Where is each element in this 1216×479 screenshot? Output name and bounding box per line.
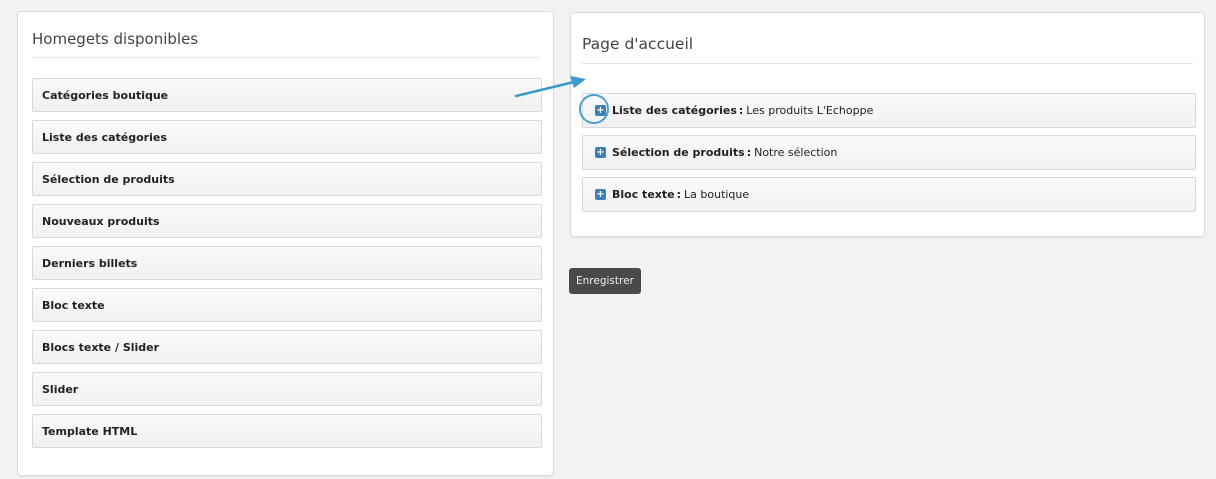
- home-item-separator: :: [746, 146, 752, 159]
- homeget-item-blocs-texte-slider[interactable]: Blocs texte / Slider: [32, 330, 542, 364]
- plus-square-icon[interactable]: +: [595, 105, 606, 116]
- homeget-item-derniers-billets[interactable]: Derniers billets: [32, 246, 542, 280]
- save-button[interactable]: Enregistrer: [569, 268, 641, 294]
- homeget-item-template-html[interactable]: Template HTML: [32, 414, 542, 448]
- available-panel-title: Homegets disponibles: [32, 30, 199, 48]
- homeget-item-bloc-texte[interactable]: Bloc texte: [32, 288, 542, 322]
- home-item-selection-produits[interactable]: + Sélection de produits : Notre sélectio…: [582, 135, 1196, 170]
- drag-arrow-icon: [514, 76, 586, 98]
- homeget-item-nouveaux-produits[interactable]: Nouveaux produits: [32, 204, 542, 238]
- home-item-liste-categories[interactable]: + Liste des catégories : Les produits L'…: [579, 93, 1196, 128]
- homeget-item-selection-produits[interactable]: Sélection de produits: [32, 162, 542, 196]
- home-item-type: Bloc texte: [612, 188, 675, 201]
- home-item-value: Les produits L'Echoppe: [746, 104, 874, 117]
- home-item-value: La boutique: [684, 188, 750, 201]
- plus-square-icon[interactable]: +: [595, 189, 606, 200]
- available-homegets-list: Catégories boutique Liste des catégories…: [32, 78, 542, 456]
- home-page-homegets-list: + Liste des catégories : Les produits L'…: [579, 93, 1196, 219]
- homeget-item-slider[interactable]: Slider: [32, 372, 542, 406]
- home-item-separator: :: [676, 188, 682, 201]
- home-item-separator: :: [738, 104, 744, 117]
- home-page-panel: Page d'accueil + Liste des catégories : …: [570, 12, 1205, 237]
- home-item-value: Notre sélection: [754, 146, 838, 159]
- home-item-bloc-texte[interactable]: + Bloc texte : La boutique: [582, 177, 1196, 212]
- divider: [582, 63, 1193, 64]
- plus-square-icon[interactable]: +: [595, 147, 606, 158]
- homeget-item-categories-boutique[interactable]: Catégories boutique: [32, 78, 542, 112]
- homeget-item-liste-categories[interactable]: Liste des catégories: [32, 120, 542, 154]
- home-panel-title: Page d'accueil: [582, 35, 694, 53]
- available-homegets-panel: Homegets disponibles Catégories boutique…: [17, 11, 554, 476]
- home-item-type: Sélection de produits: [612, 146, 745, 159]
- divider: [32, 57, 539, 58]
- home-item-type: Liste des catégories: [612, 104, 737, 117]
